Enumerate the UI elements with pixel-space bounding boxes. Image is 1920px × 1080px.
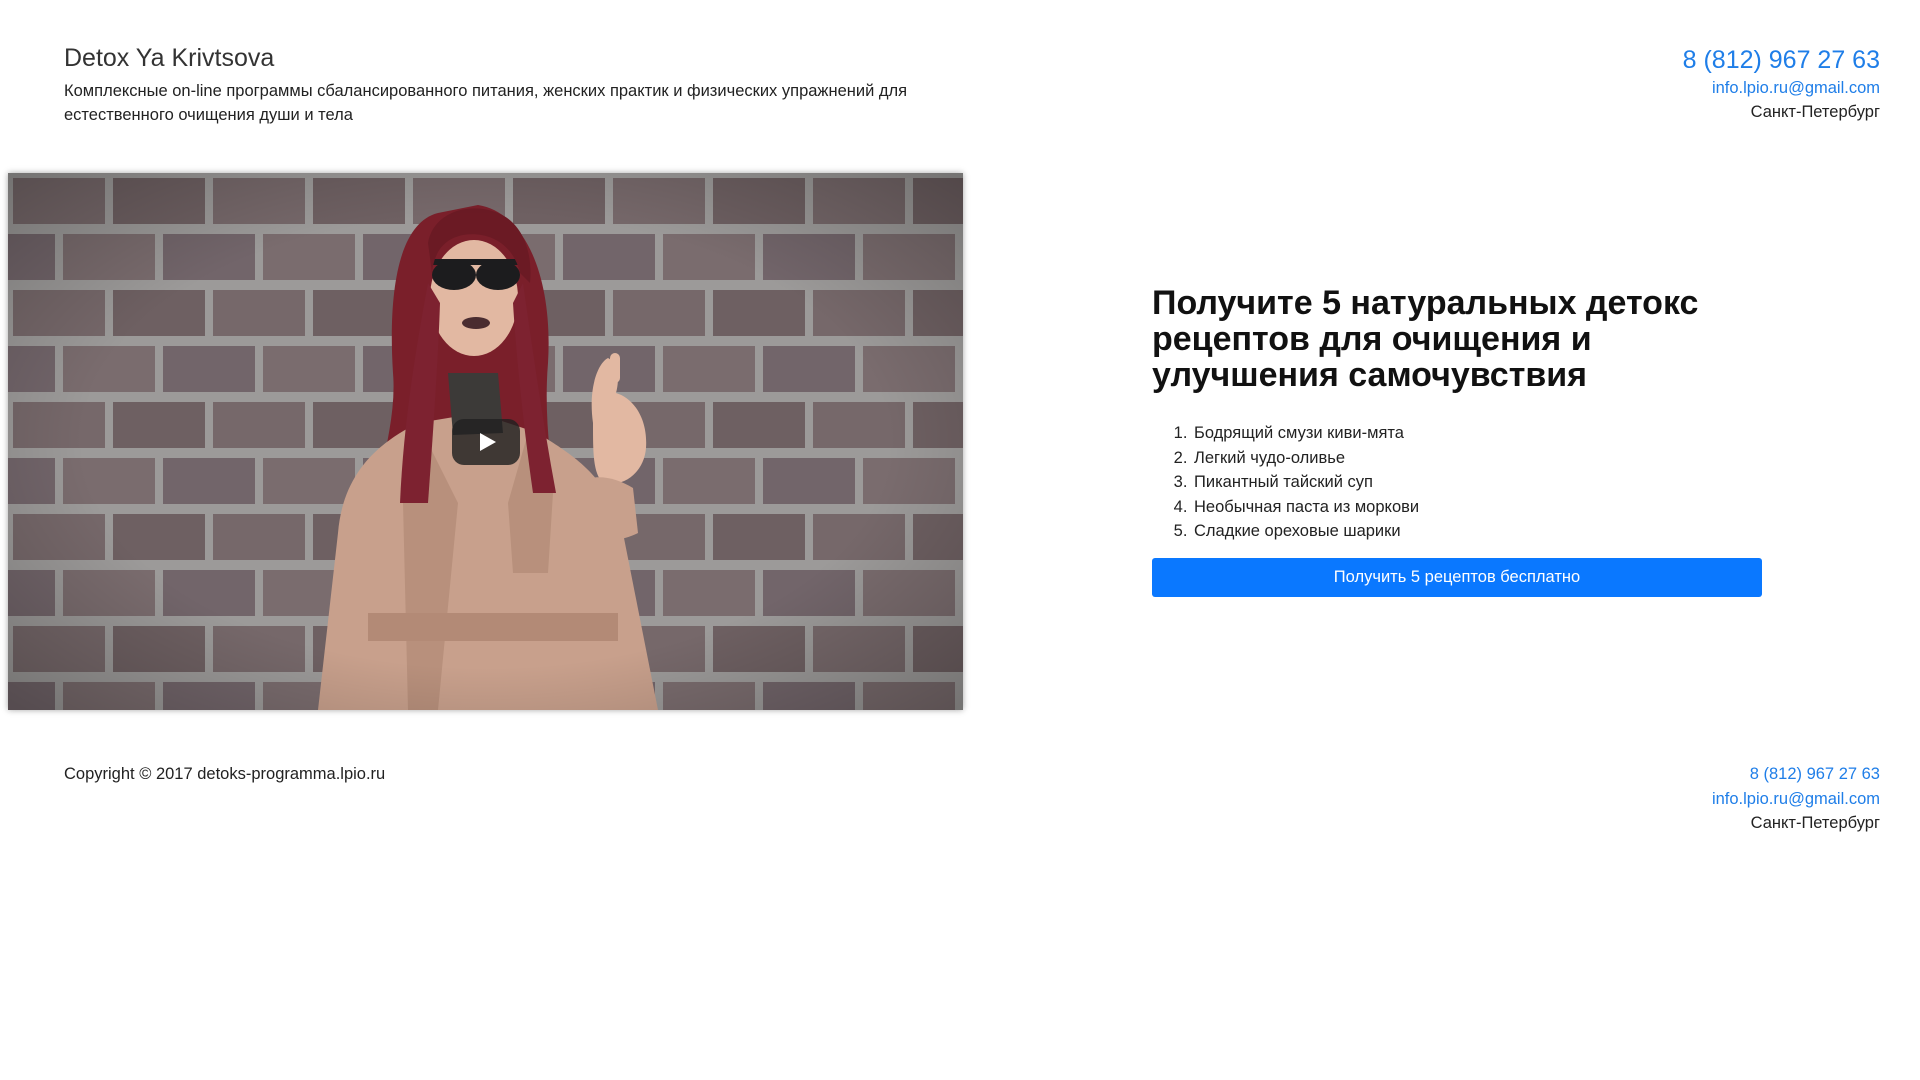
- offer-title: Получите 5 натуральных детокс рецептов д…: [1152, 284, 1699, 394]
- video-player[interactable]: [8, 173, 963, 710]
- video-play-button[interactable]: [452, 419, 520, 465]
- header-city: Санкт-Петербург: [1750, 103, 1880, 121]
- footer-phone-link[interactable]: 8 (812) 967 27 63: [1712, 762, 1880, 787]
- recipe-item: Бодрящий смузи киви-мята: [1192, 421, 1772, 446]
- site-header: Detox Ya Krivtsova Комплексные on-line п…: [64, 44, 1880, 134]
- copyright-text: Copyright © 2017 detoks-programma.lpio.r…: [64, 765, 386, 783]
- header-contacts: 8 (812) 967 27 63 info.lpio.ru@gmail.com…: [1683, 44, 1880, 124]
- play-icon: [480, 433, 496, 451]
- footer-city: Санкт-Петербург: [1750, 814, 1880, 832]
- brand-tagline: Комплексные on-line программы сбалансиро…: [64, 82, 908, 124]
- header-email-link[interactable]: info.lpio.ru@gmail.com: [1683, 76, 1880, 100]
- footer-email-link[interactable]: info.lpio.ru@gmail.com: [1712, 787, 1880, 812]
- recipe-list: Бодрящий смузи киви-мята Легкий чудо-оли…: [1152, 421, 1772, 544]
- header-phone-link[interactable]: 8 (812) 967 27 63: [1683, 44, 1880, 76]
- page: Detox Ya Krivtsova Комплексные on-line п…: [0, 0, 1920, 1080]
- recipe-item: Легкий чудо-оливье: [1192, 446, 1772, 471]
- offer-section: Получите 5 натуральных детокс рецептов д…: [1152, 285, 1772, 597]
- recipe-item: Сладкие ореховые шарики: [1192, 519, 1772, 544]
- recipe-item: Пикантный тайский суп: [1192, 470, 1772, 495]
- recipe-item: Необычная паста из моркови: [1192, 495, 1772, 520]
- site-footer: Copyright © 2017 detoks-programma.lpio.r…: [64, 762, 1880, 842]
- get-recipes-button[interactable]: Получить 5 рецептов бесплатно: [1152, 557, 1762, 597]
- brand-title[interactable]: Detox Ya Krivtsova: [64, 44, 274, 73]
- footer-contacts: 8 (812) 967 27 63 info.lpio.ru@gmail.com…: [1712, 762, 1880, 836]
